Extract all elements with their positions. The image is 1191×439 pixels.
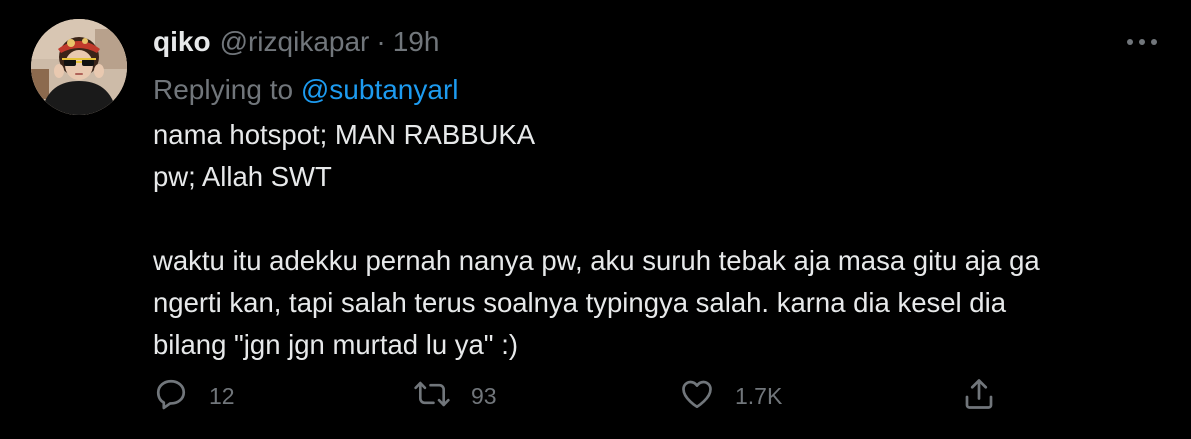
- like-button[interactable]: 1.7K: [679, 374, 782, 418]
- avatar[interactable]: [31, 19, 127, 115]
- more-options-button[interactable]: [1124, 28, 1160, 56]
- display-name[interactable]: qiko: [153, 22, 211, 62]
- tweet[interactable]: qiko @rizqikapar · 19h Replying to @subt…: [0, 0, 1191, 439]
- reply-bubble-icon: [153, 376, 189, 417]
- user-handle[interactable]: @rizqikapar: [220, 22, 370, 62]
- heart-icon: [679, 376, 715, 417]
- reply-count: 12: [209, 382, 235, 409]
- tweet-text-line: pw; Allah SWT: [153, 161, 332, 192]
- replying-to: Replying to @subtanyarl: [153, 70, 458, 110]
- share-button[interactable]: [961, 374, 997, 418]
- separator-dot: ·: [376, 26, 386, 57]
- share-upload-icon: [961, 376, 997, 417]
- replying-to-mention[interactable]: @subtanyarl: [301, 74, 459, 105]
- timestamp[interactable]: 19h: [393, 22, 440, 62]
- retweet-button[interactable]: 93: [413, 374, 497, 418]
- tweet-text: nama hotspot; MAN RABBUKA pw; Allah SWT …: [153, 114, 1153, 366]
- retweet-count: 93: [471, 382, 497, 409]
- like-count: 1.7K: [735, 382, 783, 409]
- replying-to-label: Replying to: [153, 74, 294, 105]
- tweet-text-line: bilang "jgn jgn murtad lu ya" :): [153, 329, 518, 360]
- tweet-actions: 12 93 1.7K: [153, 374, 1013, 418]
- tweet-text-line: [153, 198, 1153, 240]
- tweet-text-line: waktu itu adekku pernah nanya pw, aku su…: [153, 245, 1040, 276]
- tweet-text-line: nama hotspot; MAN RABBUKA: [153, 119, 536, 150]
- retweet-icon: [413, 376, 451, 417]
- tweet-header: qiko @rizqikapar · 19h: [153, 22, 439, 62]
- reply-button[interactable]: 12: [153, 374, 235, 418]
- more-horizontal-icon: [1126, 33, 1158, 51]
- tweet-text-line: ngerti kan, tapi salah terus soalnya typ…: [153, 287, 1007, 318]
